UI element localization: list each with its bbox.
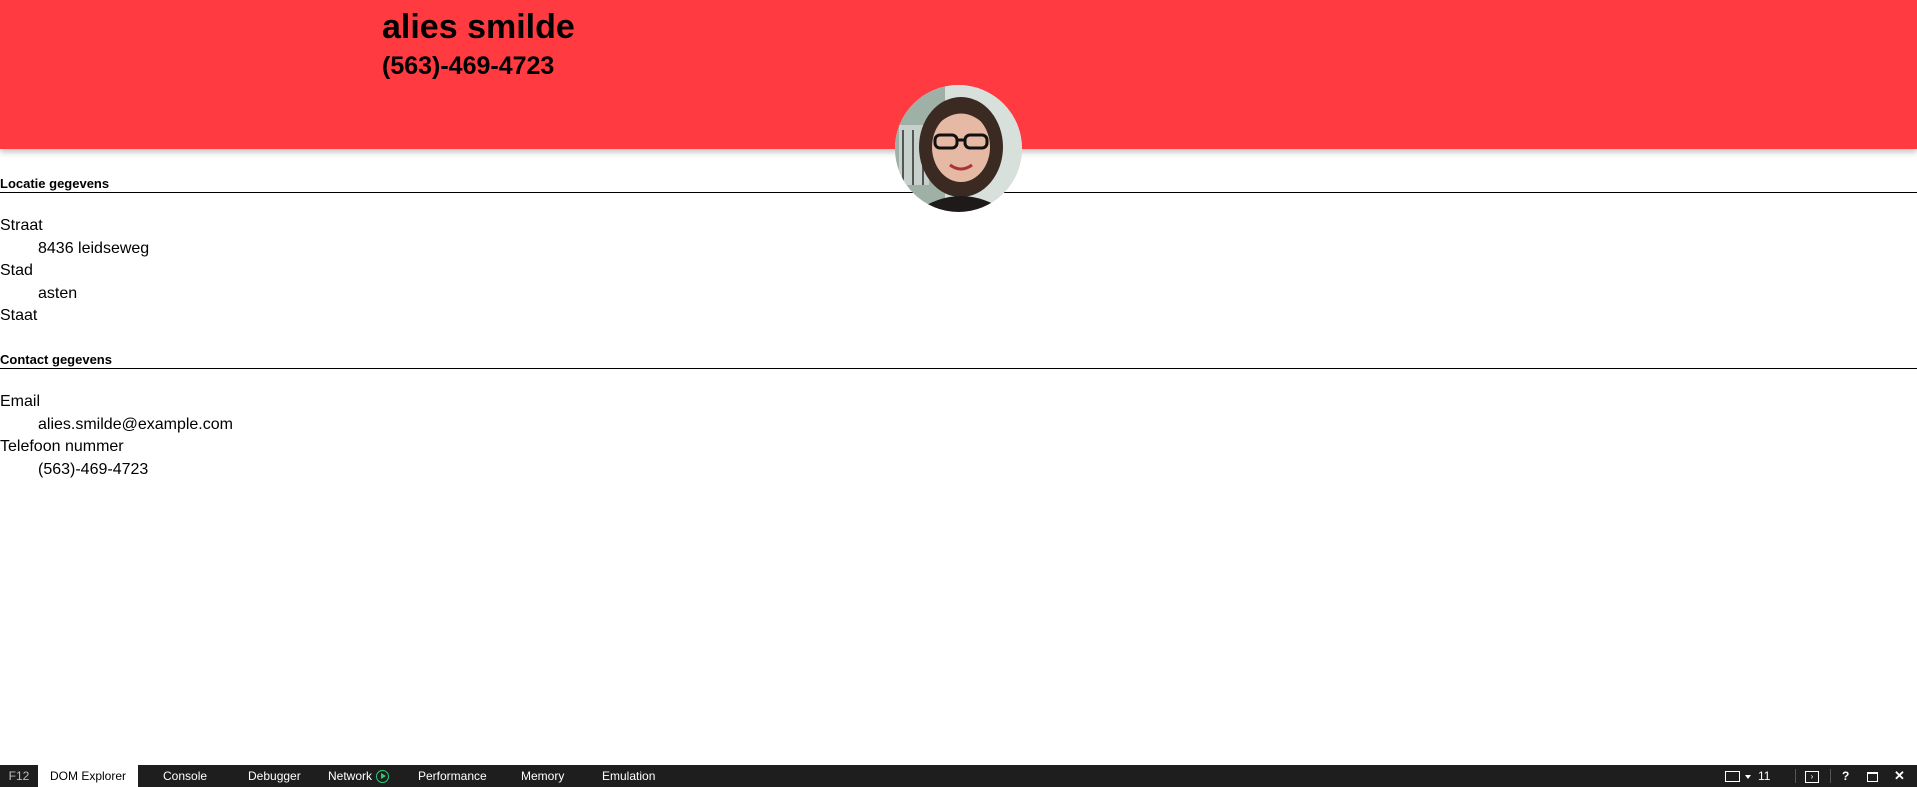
contact-details: Email alies.smilde@example.com Telefoon … <box>0 391 233 481</box>
phone-label: Telefoon nummer <box>0 438 124 455</box>
email-label: Email <box>0 393 41 410</box>
contact-section-title: Contact gegevens <box>0 352 1917 369</box>
undock-icon[interactable] <box>1867 765 1878 787</box>
street-label: Straat <box>0 217 43 234</box>
tab-performance[interactable]: Performance <box>418 765 487 787</box>
state-label: Staat <box>0 307 38 324</box>
network-play-icon <box>376 770 390 784</box>
email-value: alies.smilde@example.com <box>38 415 233 433</box>
help-icon[interactable]: ? <box>1842 765 1849 787</box>
devtools-f12-label[interactable]: F12 <box>0 765 38 787</box>
location-details: Straat 8436 leidseweg Stad asten Staat <box>0 215 149 350</box>
close-icon[interactable]: ✕ <box>1894 765 1905 787</box>
city-label: Stad <box>0 262 33 279</box>
street-value: 8436 leidseweg <box>38 239 150 257</box>
avatar <box>895 85 1022 212</box>
tab-dom-explorer[interactable]: DOM Explorer <box>38 765 138 787</box>
city-value: asten <box>38 284 78 302</box>
tab-emulation[interactable]: Emulation <box>602 765 655 787</box>
devtools-bar: F12 DOM Explorer Console Debugger Networ… <box>0 765 1917 787</box>
divider <box>1830 769 1831 783</box>
tab-memory[interactable]: Memory <box>521 765 564 787</box>
profile-name: alies smilde <box>382 8 575 46</box>
dropdown-arrow-icon <box>1745 774 1752 779</box>
document-mode[interactable]: 11 <box>1758 765 1770 787</box>
divider <box>1795 769 1796 783</box>
tab-debugger[interactable]: Debugger <box>248 765 301 787</box>
phone-value: (563)-469-4723 <box>38 460 149 478</box>
device-icon <box>1725 771 1740 783</box>
state-value <box>38 328 149 351</box>
profile-phone: (563)-469-4723 <box>382 52 555 80</box>
device-mode-selector[interactable] <box>1725 765 1752 787</box>
tab-network[interactable]: Network <box>328 765 390 787</box>
tab-network-label: Network <box>328 769 373 783</box>
tab-console[interactable]: Console <box>163 765 207 787</box>
console-icon[interactable]: › <box>1805 765 1819 787</box>
